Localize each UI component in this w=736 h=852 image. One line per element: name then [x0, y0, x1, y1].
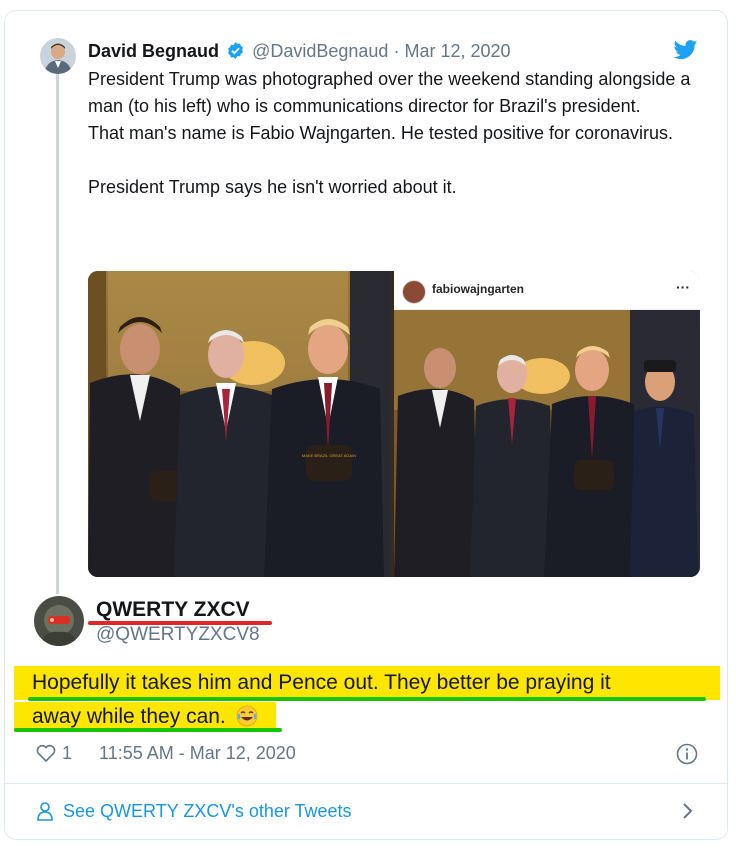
- qwerty-zxcv-avatar[interactable]: [34, 596, 84, 646]
- more-options-icon: ···: [676, 279, 690, 295]
- thread-connector-line: [56, 72, 59, 594]
- heart-icon[interactable]: [36, 744, 56, 767]
- quoted-text-line: President Trump says he isn't worried ab…: [88, 177, 457, 197]
- instagram-avatar: [402, 280, 426, 304]
- see-other-tweets-link[interactable]: See QWERTY ZXCV's other Tweets: [5, 784, 727, 838]
- reply-text-line-2: away while they can.: [32, 705, 226, 728]
- verified-badge-icon: [226, 41, 245, 65]
- reply-author-name[interactable]: QWERTY ZXCV: [96, 598, 250, 622]
- tweet-media-grid[interactable]: MAKE BRAZIL GREAT AGAIN fabiowajngarten …: [88, 271, 700, 577]
- reply-text-line: Hopefully it takes him and Pence out. Th…: [32, 671, 611, 694]
- info-icon[interactable]: [676, 743, 698, 770]
- see-other-tweets-label[interactable]: See QWERTY ZXCV's other Tweets: [63, 801, 352, 822]
- green-underline-annotation: [28, 697, 706, 701]
- quoted-tweet-text: President Trump was photographed over th…: [88, 66, 708, 201]
- person-icon: [36, 801, 54, 826]
- instagram-header: fabiowajngarten ···: [394, 271, 700, 310]
- like-count[interactable]: 1: [62, 743, 72, 763]
- tweet-timestamp[interactable]: 11:55 AM - Mar 12, 2020: [99, 743, 296, 763]
- instagram-post-screenshot[interactable]: fabiowajngarten ···: [394, 271, 700, 577]
- tweet-meta-row: 1 11:55 AM - Mar 12, 2020: [36, 743, 296, 767]
- quoted-tweet-header: David Begnaud @DavidBegnaud · Mar 12, 20…: [88, 41, 511, 65]
- hat-text: MAKE BRAZIL GREAT AGAIN: [302, 453, 356, 458]
- twitter-bird-icon[interactable]: [673, 40, 698, 65]
- quoted-author-name[interactable]: David Begnaud: [88, 41, 219, 61]
- header-separator: ·: [393, 41, 400, 61]
- instagram-username: fabiowajngarten: [432, 282, 525, 296]
- chevron-right-icon[interactable]: [681, 801, 695, 826]
- green-underline-annotation: [14, 728, 282, 732]
- quoted-text-line: [88, 147, 708, 174]
- quoted-text-line: President Trump was photographed over th…: [88, 69, 691, 116]
- david-begnaud-avatar[interactable]: [40, 38, 76, 74]
- group-photo-left[interactable]: MAKE BRAZIL GREAT AGAIN: [88, 271, 391, 577]
- quoted-author-handle[interactable]: @DavidBegnaud: [252, 41, 388, 61]
- quoted-text-line: That man's name is Fabio Wajngarten. He …: [88, 123, 674, 143]
- reply-author-handle[interactable]: @QWERTYZXCV8: [96, 624, 260, 646]
- quoted-tweet-date[interactable]: Mar 12, 2020: [404, 41, 510, 61]
- group-photo-right: [394, 310, 700, 577]
